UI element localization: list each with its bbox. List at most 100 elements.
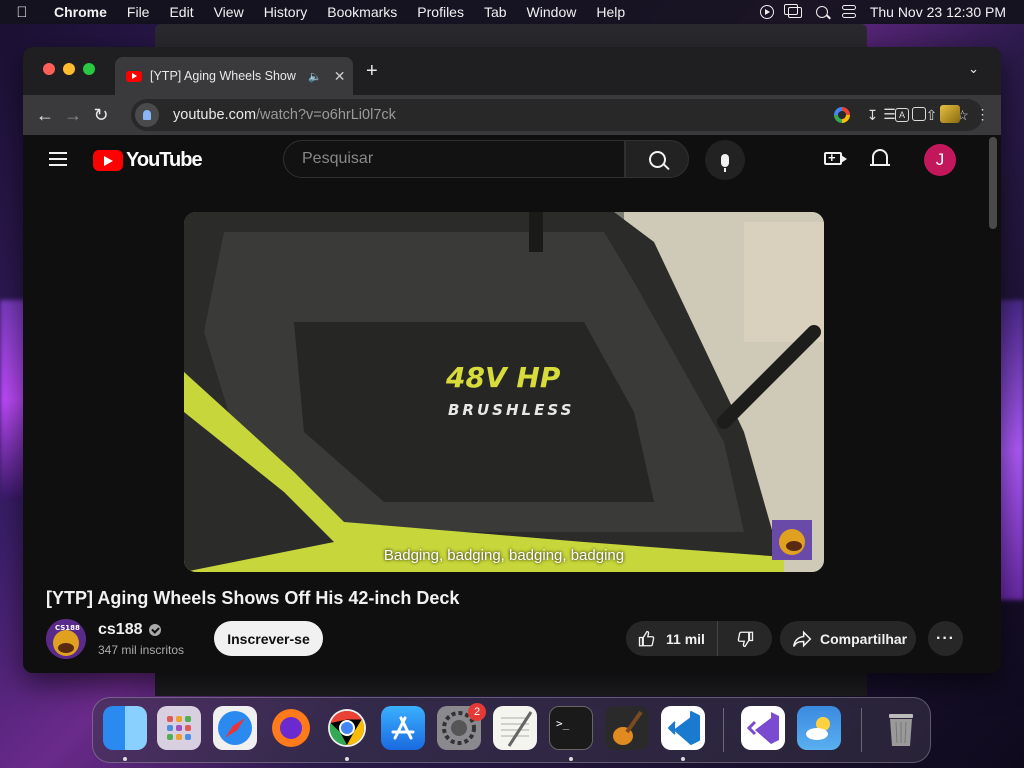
youtube-favicon-icon [126, 70, 142, 82]
google-lens-icon[interactable] [834, 107, 850, 123]
dock-separator-trash [861, 708, 862, 752]
background-window-top [155, 24, 867, 48]
menu-help[interactable]: Help [586, 4, 635, 20]
now-playing-icon[interactable] [759, 5, 774, 19]
menu-history[interactable]: History [254, 4, 318, 20]
menu-file[interactable]: File [117, 4, 160, 20]
spotlight-search-icon[interactable] [815, 6, 828, 18]
youtube-header: YouTube J [23, 135, 1001, 185]
menu-clock[interactable]: Thu Nov 23 12:30 PM [870, 4, 1006, 20]
thumbs-down-icon [737, 631, 754, 647]
garageband-icon[interactable] [605, 706, 649, 750]
browser-toolbar: ← → ↻ youtube.com/watch?v=o6hrLi0l7ck ↧ … [23, 95, 1001, 135]
trash-icon[interactable] [879, 706, 923, 750]
create-video-icon[interactable] [824, 150, 847, 165]
vscode-icon[interactable] [661, 706, 705, 750]
dock: 2 >_ [92, 697, 931, 763]
launchpad-icon[interactable] [157, 706, 201, 750]
dislike-button[interactable] [718, 630, 772, 648]
subscribe-button[interactable]: Inscrever-se [214, 621, 323, 656]
terminal-running-indicator [569, 757, 573, 761]
share-label: Compartilhar [820, 630, 908, 647]
extension-icon[interactable] [940, 105, 960, 123]
verified-check-icon [148, 623, 161, 636]
forward-arrow-icon[interactable]: → [59, 105, 87, 126]
menu-bookmarks[interactable]: Bookmarks [317, 4, 407, 20]
reload-icon[interactable]: ↻ [87, 105, 115, 126]
site-info-icon[interactable] [135, 103, 159, 127]
apple-menu-icon[interactable]:  [0, 4, 44, 21]
more-actions-button[interactable]: ··· [928, 621, 963, 656]
hamburger-menu-icon[interactable] [49, 152, 67, 166]
channel-row: CS188 cs188 347 mil inscritos Inscrever-… [46, 619, 966, 661]
visual-studio-icon[interactable] [741, 706, 785, 750]
side-panel-icon[interactable] [912, 107, 926, 121]
channel-name-text: cs188 [98, 621, 143, 638]
voice-search-button[interactable] [705, 140, 745, 180]
safari-icon[interactable] [213, 706, 257, 750]
menu-tab[interactable]: Tab [474, 4, 517, 20]
weather-icon[interactable] [797, 706, 841, 750]
finder-icon[interactable] [103, 706, 147, 750]
minimize-window-button[interactable] [63, 63, 75, 75]
vscode-running-indicator [681, 757, 685, 761]
url-text[interactable]: youtube.com/watch?v=o6hrLi0l7ck [173, 107, 396, 123]
finder-running-indicator [123, 757, 127, 761]
search-input[interactable] [300, 149, 604, 169]
page-scrollbar[interactable] [989, 137, 997, 229]
tab-search-chevron-icon[interactable]: ⌄ [968, 61, 979, 77]
video-badge-bottom: BRUSHLESS [448, 401, 574, 419]
zoom-window-button[interactable] [83, 63, 95, 75]
back-arrow-icon[interactable]: ← [31, 105, 59, 126]
youtube-play-logo-icon [93, 150, 123, 171]
menu-view[interactable]: View [204, 4, 254, 20]
like-button[interactable]: 11 mil [626, 621, 718, 656]
search-box[interactable] [283, 140, 625, 178]
address-bar[interactable]: youtube.com/watch?v=o6hrLi0l7ck ↧ A ⇧ ☆ [131, 99, 983, 131]
channel-avatar-text: CS188 [55, 624, 80, 632]
tab-strip: [YTP] Aging Wheels Show 🔈 ✕ + ⌄ [23, 47, 1001, 95]
subscriber-count: 347 mil inscritos [98, 643, 185, 657]
close-tab-icon[interactable]: ✕ [334, 68, 346, 85]
menu-app-name[interactable]: Chrome [44, 4, 117, 20]
speaker-icon[interactable]: 🔈 [308, 70, 322, 83]
search-button[interactable] [625, 140, 689, 178]
tab-youtube[interactable]: [YTP] Aging Wheels Show 🔈 ✕ [115, 57, 353, 95]
media-control-icon[interactable]: ☰ [881, 106, 898, 123]
url-host: youtube.com [173, 107, 257, 123]
notifications-bell-icon[interactable] [870, 149, 890, 166]
screen-mirroring-icon[interactable] [783, 3, 802, 18]
install-app-icon[interactable]: ↧ [864, 107, 881, 124]
chrome-menu-icon[interactable]: ⋮ [974, 106, 991, 123]
terminal-icon[interactable]: >_ [549, 706, 593, 750]
chrome-icon[interactable] [325, 706, 369, 750]
tab-title: [YTP] Aging Wheels Show [150, 69, 296, 83]
youtube-logo[interactable]: YouTube [93, 149, 203, 172]
control-center-icon[interactable] [841, 5, 856, 19]
menu-window[interactable]: Window [517, 4, 587, 20]
like-count: 11 mil [666, 630, 705, 647]
channel-name[interactable]: cs188 [98, 621, 161, 639]
textedit-icon[interactable] [493, 706, 537, 750]
search-icon [648, 150, 666, 168]
background-window-bottom [155, 672, 867, 696]
thumbs-up-icon [638, 630, 655, 646]
close-window-button[interactable] [43, 63, 55, 75]
new-tab-button[interactable]: + [366, 60, 378, 83]
menu-bar:  Chrome File Edit View History Bookmark… [0, 0, 1024, 24]
channel-avatar[interactable]: CS188 [46, 619, 86, 659]
like-dislike-group: 11 mil [626, 621, 772, 656]
firefox-icon[interactable] [269, 706, 313, 750]
account-avatar[interactable]: J [924, 144, 956, 176]
video-caption: Badging, badging, badging, badging [383, 547, 625, 564]
video-player[interactable]: 48V HP BRUSHLESS Badging, badging, badgi… [184, 212, 824, 572]
channel-avatar-image: CS188 [46, 619, 86, 659]
menu-profiles[interactable]: Profiles [407, 4, 474, 20]
app-store-icon[interactable] [381, 706, 425, 750]
share-arrow-icon [792, 630, 812, 647]
system-settings-icon[interactable]: 2 [437, 703, 486, 750]
share-button[interactable]: Compartilhar [780, 621, 916, 656]
menu-edit[interactable]: Edit [159, 4, 203, 20]
url-path: /watch?v=o6hrLi0l7ck [256, 107, 396, 123]
chrome-running-indicator [345, 757, 349, 761]
